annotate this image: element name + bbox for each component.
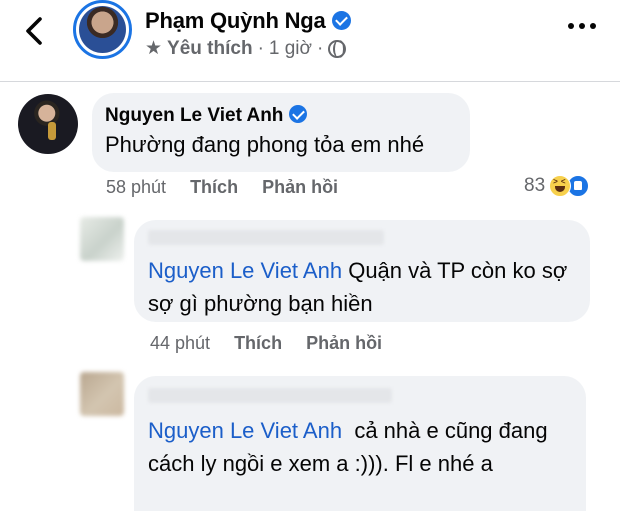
comment-time[interactable]: 58 phút — [106, 177, 166, 198]
page-avatar[interactable] — [73, 0, 132, 59]
more-options-icon[interactable] — [568, 16, 600, 36]
verified-badge-icon — [331, 10, 351, 30]
haha-reaction-icon — [549, 175, 572, 197]
page-title[interactable]: Phạm Quỳnh Nga — [145, 8, 351, 34]
like-button[interactable]: Thích — [234, 333, 282, 354]
comment-actions: 58 phút Thích Phản hồi — [106, 177, 338, 198]
reply-time[interactable]: 44 phút — [150, 333, 210, 354]
back-arrow-icon[interactable] — [18, 14, 52, 48]
redacted-author-name — [148, 388, 392, 403]
reply-actions: 44 phút Thích Phản hồi — [150, 333, 382, 354]
page-name[interactable]: Phạm Quỳnh Nga — [145, 8, 326, 33]
redacted-author-name — [148, 230, 384, 245]
comment-text: Phường đang phong tỏa em nhé — [105, 132, 425, 157]
like-button[interactable]: Thích — [190, 177, 238, 198]
comment-author[interactable]: Nguyen Le Viet Anh — [105, 104, 308, 127]
avatar[interactable] — [80, 372, 124, 416]
globe-icon — [328, 39, 347, 58]
meta-separator: · — [316, 37, 324, 59]
post-time[interactable]: 1 giờ — [269, 38, 312, 60]
author-name[interactable]: Nguyen Le Viet Anh — [105, 105, 283, 126]
reply-button[interactable]: Phản hồi — [306, 333, 382, 354]
reply-text: Nguyen Le Viet Anh Quận và TP còn ko sợ … — [148, 254, 578, 320]
mention-link[interactable]: Nguyen Le Viet Anh — [148, 258, 342, 283]
header-divider — [0, 81, 620, 82]
mention-link[interactable]: Nguyen Le Viet Anh — [148, 418, 342, 443]
verified-badge-icon — [289, 104, 308, 123]
post-header: Phạm Quỳnh Nga ★ Yêu thích · 1 giờ · — [0, 0, 620, 82]
meta-separator: · — [257, 37, 264, 59]
avatar[interactable] — [80, 217, 124, 261]
favorite-label: Yêu thích — [167, 37, 253, 59]
star-icon: ★ — [145, 38, 163, 59]
reaction-summary[interactable]: 83 — [524, 175, 590, 197]
reply-button[interactable]: Phản hồi — [262, 177, 338, 198]
reply-text: Nguyen Le Viet Anh cả nhà e cũng đang cá… — [148, 414, 568, 480]
reaction-count: 83 — [524, 175, 546, 196]
post-meta: ★ Yêu thích · 1 giờ · — [145, 37, 347, 60]
avatar[interactable] — [18, 94, 78, 154]
